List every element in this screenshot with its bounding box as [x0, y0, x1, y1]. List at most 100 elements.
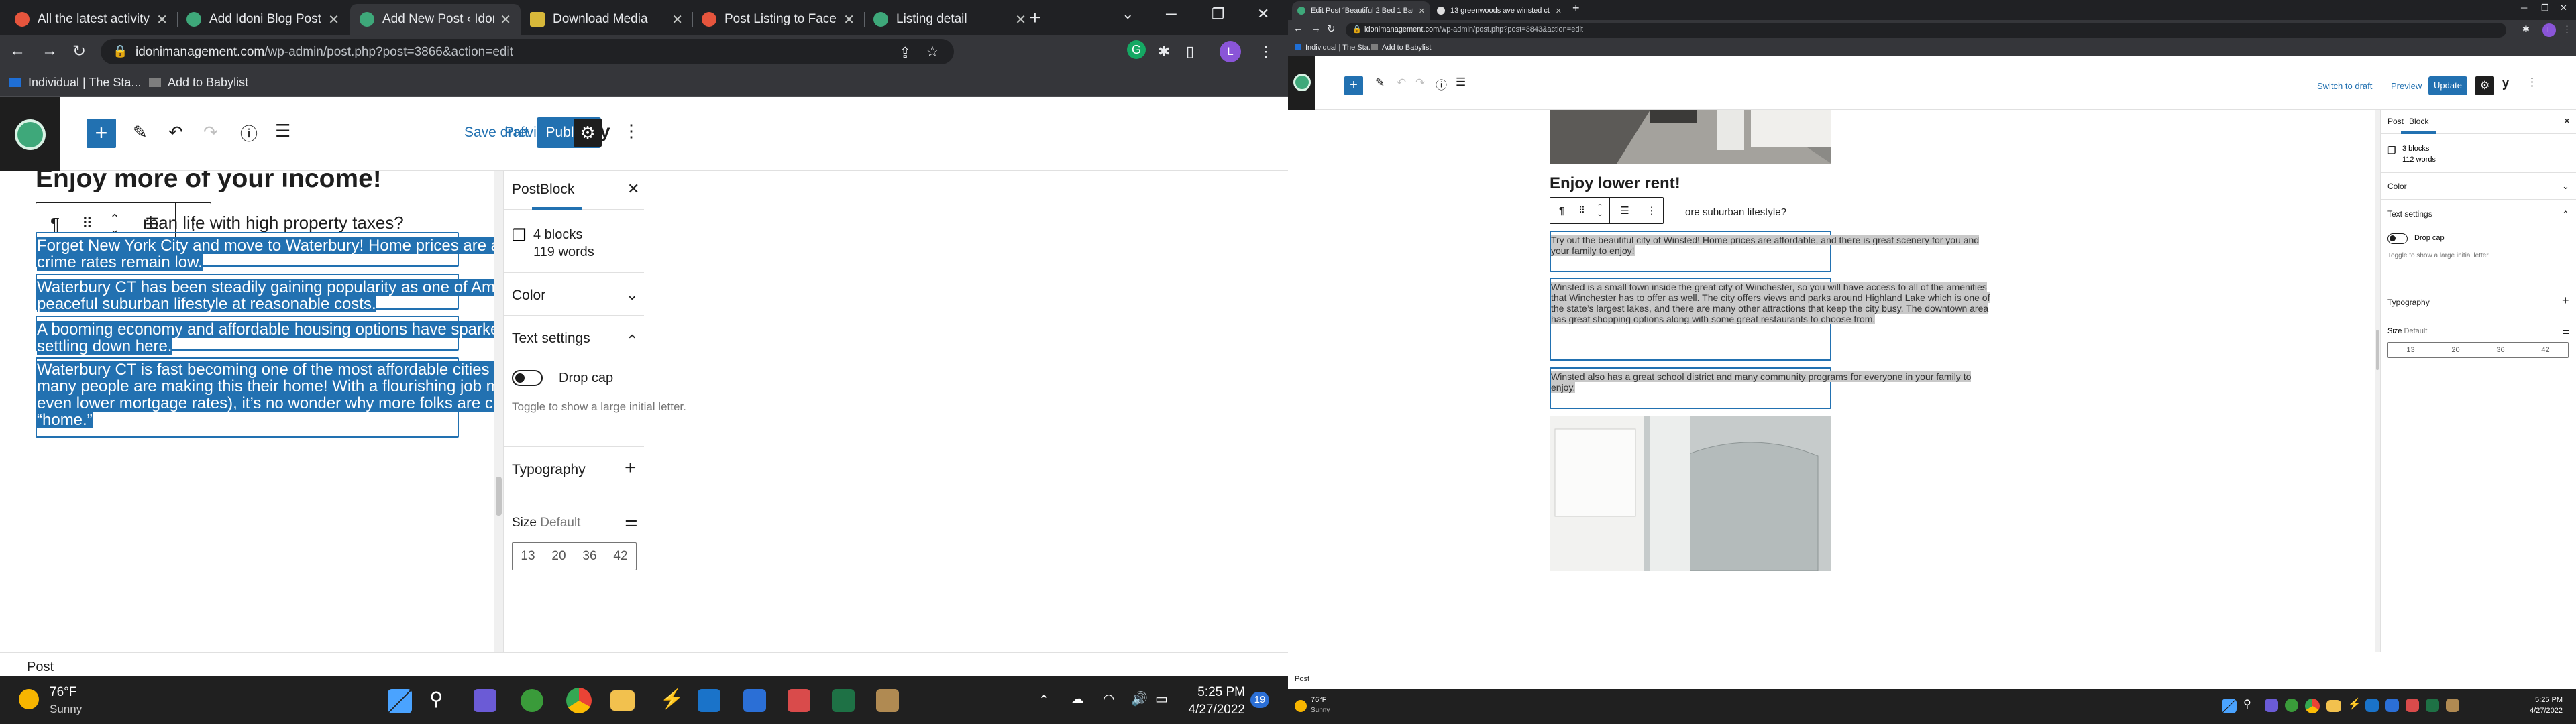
editor-scrollbar[interactable]: [2375, 110, 2380, 652]
weather-temp[interactable]: 76°F: [50, 685, 76, 700]
size-option[interactable]: 42: [2523, 343, 2568, 357]
clock-time[interactable]: 5:25 PM: [2496, 696, 2563, 704]
block-breadcrumb[interactable]: Post: [1288, 672, 2576, 685]
lightning-app-icon[interactable]: ⚡: [660, 688, 684, 710]
back-icon[interactable]: ←: [1293, 23, 1303, 34]
profile-avatar[interactable]: L: [1220, 41, 1241, 62]
forward-icon[interactable]: →: [1311, 23, 1321, 34]
tab-search-icon[interactable]: ⌄: [1122, 5, 1134, 23]
size-option[interactable]: 20: [543, 543, 574, 570]
size-settings-icon[interactable]: ⚌: [625, 513, 638, 530]
tab-edit-post[interactable]: Edit Post “Beautiful 2 Bed 1 Bath ✕: [1292, 1, 1430, 20]
address-bar[interactable]: 🔒 idonimanagement.com/wp-admin/post.php?…: [101, 39, 954, 64]
search-icon[interactable]: ⚲: [429, 688, 443, 710]
tab-block[interactable]: Block: [531, 182, 583, 210]
clock-date[interactable]: 4/27/2022: [2496, 707, 2563, 715]
list-view-icon[interactable]: ☰: [275, 121, 290, 141]
app-icon[interactable]: [2446, 699, 2459, 712]
wifi-icon[interactable]: ◠: [1103, 690, 1114, 707]
close-icon[interactable]: ✕: [1419, 7, 1425, 15]
file-explorer-icon[interactable]: [610, 690, 635, 711]
back-icon[interactable]: ←: [9, 42, 25, 60]
bookmark-individual[interactable]: Individual | The Sta...: [9, 76, 141, 90]
video-app-icon[interactable]: [474, 689, 496, 712]
plus-icon[interactable]: +: [2562, 294, 2569, 308]
yoast-icon[interactable]: y: [600, 121, 610, 142]
selected-paragraph-block[interactable]: A booming economy and affordable housing…: [36, 316, 503, 355]
settings-gear-icon[interactable]: ⚙: [574, 119, 602, 147]
menu-icon[interactable]: ⋮: [1258, 43, 1273, 60]
minimize-icon[interactable]: ─: [1166, 5, 1177, 23]
undo-icon[interactable]: ↶: [1397, 76, 1406, 90]
site-logo[interactable]: [0, 97, 60, 171]
close-icon[interactable]: ✕: [156, 11, 168, 28]
selected-paragraph-block[interactable]: Try out the beautiful city of Winsted! H…: [1550, 231, 1980, 272]
chevron-up-icon[interactable]: ⌃: [626, 332, 638, 349]
outlook-icon[interactable]: [698, 689, 720, 712]
close-icon[interactable]: ✕: [1015, 11, 1026, 28]
bookmark-individual[interactable]: Individual | The Sta...: [1295, 44, 1375, 52]
font-size-picker[interactable]: 13 20 36 42: [2387, 342, 2569, 358]
tab-add-new-post[interactable]: Add New Post ‹ Idoni ✕: [350, 4, 521, 35]
tab-post[interactable]: Post: [512, 182, 540, 198]
tab-add-blog-post[interactable]: Add Idoni Blog Post ✕: [177, 4, 349, 35]
weather-text[interactable]: Sunny: [1311, 707, 1330, 714]
align-icon[interactable]: ☰: [1610, 198, 1640, 223]
share-icon[interactable]: ⇪: [899, 44, 911, 62]
windows-start-icon[interactable]: [388, 689, 412, 713]
mail-icon[interactable]: [743, 689, 766, 712]
tab-block[interactable]: Block: [2400, 117, 2437, 134]
block-breadcrumb[interactable]: Post: [0, 652, 1288, 676]
chevron-up-icon[interactable]: ⌃: [2562, 209, 2569, 220]
drop-cap-toggle[interactable]: [512, 370, 543, 386]
video-app-icon[interactable]: [2265, 699, 2278, 712]
selected-paragraph-block[interactable]: Waterbury CT is fast becoming one of the…: [36, 357, 503, 438]
size-settings-icon[interactable]: ⚌: [2562, 326, 2570, 337]
extensions-icon[interactable]: ✱: [2522, 24, 2530, 35]
bookmark-babylist[interactable]: Add to Babylist: [1371, 44, 1431, 52]
battery-icon[interactable]: ▭: [1155, 690, 1168, 707]
cloud-icon[interactable]: ☁: [1071, 690, 1084, 707]
add-block-button[interactable]: +: [1344, 76, 1363, 95]
font-size-picker[interactable]: 13 20 36 42: [512, 542, 637, 570]
text-settings-title[interactable]: Text settings: [2387, 209, 2432, 219]
restore-icon[interactable]: ❐: [2541, 3, 2549, 13]
file-explorer-icon[interactable]: [2326, 700, 2341, 712]
weather-text[interactable]: Sunny: [50, 703, 82, 716]
close-icon[interactable]: ✕: [672, 11, 683, 28]
chrome-icon[interactable]: [2305, 699, 2320, 713]
plus-icon[interactable]: +: [625, 457, 637, 479]
clock-date[interactable]: 4/27/2022: [1178, 703, 1245, 717]
undo-icon[interactable]: ↶: [168, 122, 183, 143]
profile-avatar[interactable]: L: [2542, 23, 2556, 37]
bookmark-star-icon[interactable]: ☆: [926, 43, 939, 60]
notification-badge[interactable]: 19: [1250, 692, 1269, 708]
grammarly-icon[interactable]: G: [1127, 40, 1146, 59]
preview-button[interactable]: Preview: [2391, 81, 2422, 91]
typography-title[interactable]: Typography: [2387, 298, 2430, 307]
close-sidebar-icon[interactable]: ✕: [2563, 116, 2571, 127]
pen-icon[interactable]: ✎: [133, 122, 148, 143]
size-option[interactable]: 36: [574, 543, 605, 570]
clock-time[interactable]: 5:25 PM: [1178, 685, 1245, 700]
color-panel[interactable]: Color ⌄: [2381, 173, 2576, 200]
move-arrows-icon[interactable]: ⌃ ⌄: [1591, 198, 1609, 223]
bookmark-babylist[interactable]: Add to Babylist: [149, 76, 248, 90]
details-icon[interactable]: ⓘ: [1436, 76, 1447, 93]
tab-listing-detail[interactable]: Listing detail ✕: [864, 4, 1036, 35]
chevron-up-icon[interactable]: ⌃: [1038, 692, 1050, 709]
typography-title[interactable]: Typography: [512, 462, 586, 478]
side-panel-icon[interactable]: ▯: [1186, 43, 1194, 60]
close-window-icon[interactable]: ✕: [1257, 5, 1269, 23]
drop-cap-toggle[interactable]: [2387, 233, 2408, 244]
list-view-icon[interactable]: ☰: [1456, 76, 1466, 89]
size-option[interactable]: 13: [513, 543, 543, 570]
update-button[interactable]: Update: [2428, 76, 2467, 95]
selected-paragraph-block[interactable]: Winsted is a small town inside the great…: [1550, 278, 1990, 361]
search-icon[interactable]: ⚲: [2243, 697, 2251, 711]
menu-icon[interactable]: ⋮: [2563, 24, 2571, 35]
close-window-icon[interactable]: ✕: [2560, 3, 2567, 13]
upwork-icon[interactable]: [521, 689, 543, 712]
close-icon[interactable]: ✕: [328, 11, 339, 28]
text-settings-title[interactable]: Text settings: [512, 330, 590, 347]
